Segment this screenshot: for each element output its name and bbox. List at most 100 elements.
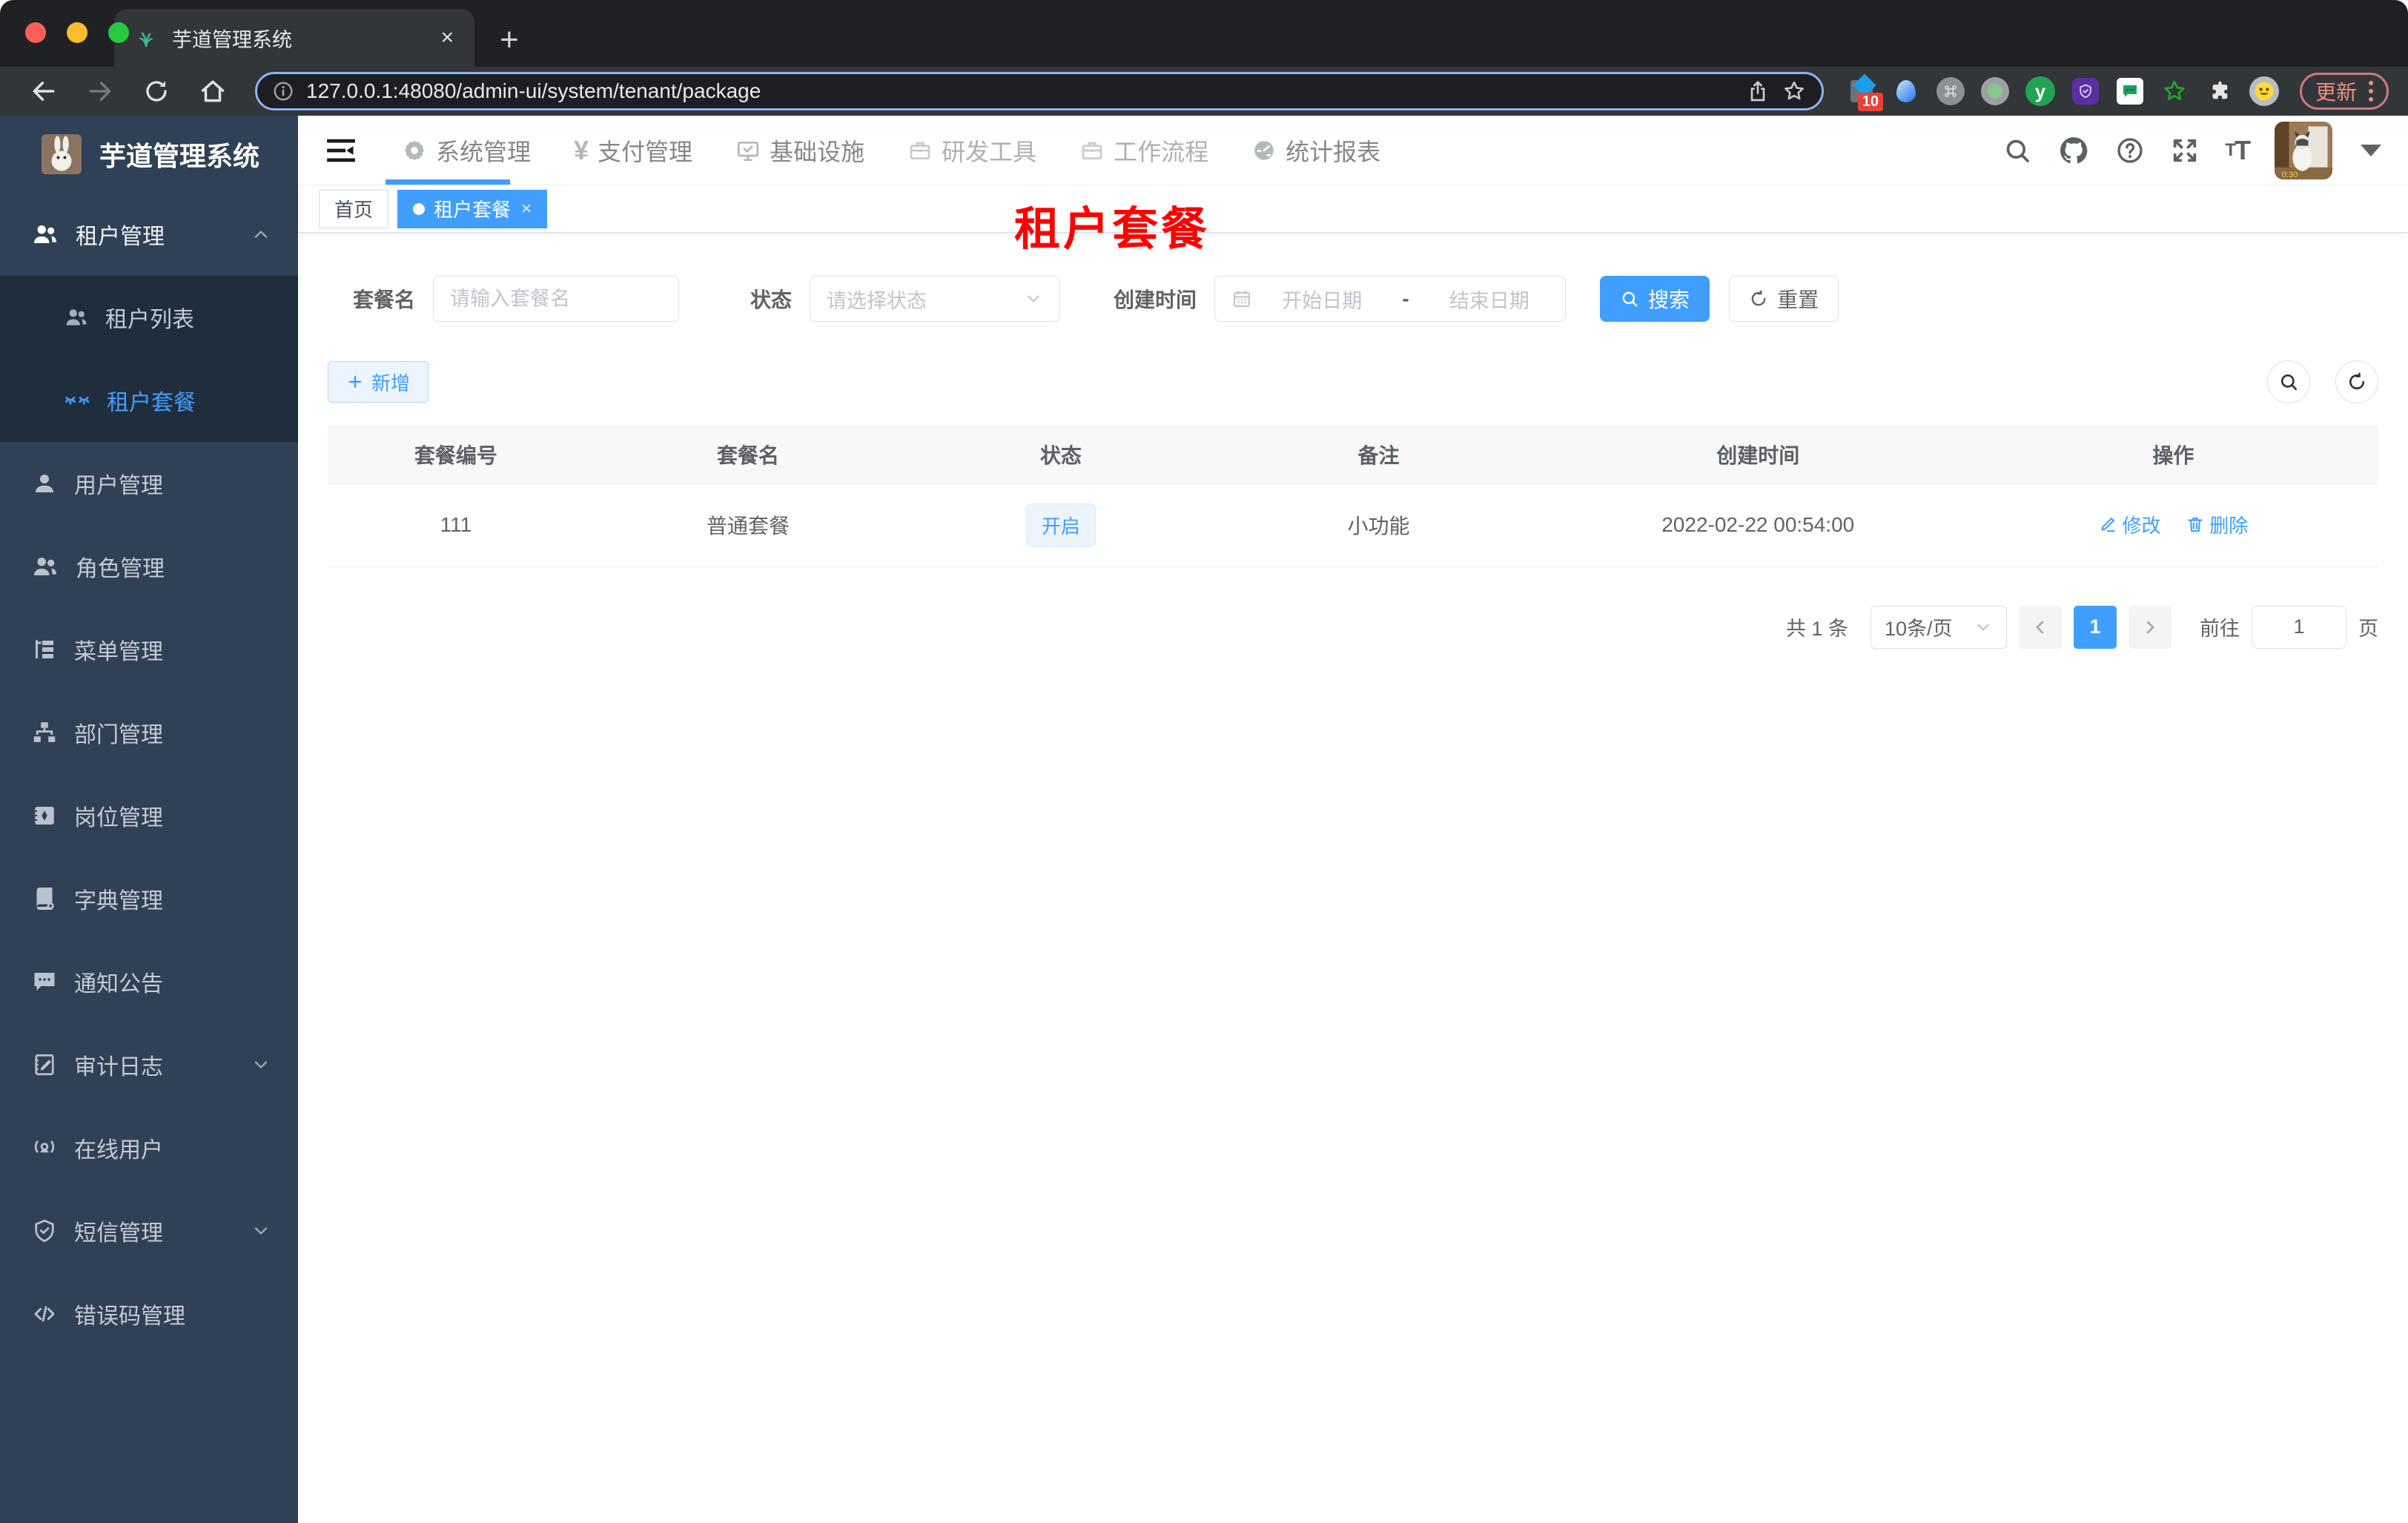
help-icon[interactable] <box>2115 136 2145 165</box>
chevron-down-icon <box>251 1054 271 1075</box>
cell-package-id: 111 <box>328 483 584 567</box>
yen-icon: ¥ <box>574 134 589 165</box>
sidebar-collapse-icon[interactable] <box>325 134 357 167</box>
extension-shield-icon[interactable] <box>2071 77 2100 105</box>
tag-home[interactable]: 首页 <box>319 189 389 228</box>
browser-tab[interactable]: 芋道管理系统 × <box>114 9 474 67</box>
url-text[interactable]: 127.0.0.1:48080/admin-ui/system/tenant/p… <box>306 79 1734 103</box>
extension-star-icon[interactable] <box>2160 77 2189 105</box>
sidebar-item-tenant-management[interactable]: 租户管理 <box>0 193 298 276</box>
sidebar-item-error-code[interactable]: 错误码管理 <box>0 1272 298 1355</box>
toggle-search-button[interactable] <box>2267 360 2310 403</box>
sidebar-item-dict-management[interactable]: 字典管理 <box>0 857 298 940</box>
nav-item-infrastructure[interactable]: 基础设施 <box>735 133 864 168</box>
sidebar-item-online-users[interactable]: 在线用户 <box>0 1106 298 1189</box>
sidebar-item-audit-log[interactable]: 审计日志 <box>0 1023 298 1106</box>
close-window-button[interactable] <box>25 22 46 43</box>
users-icon <box>64 305 89 330</box>
browser-menu-icon[interactable] <box>2369 81 2373 102</box>
bookmark-star-icon[interactable] <box>1782 79 1807 104</box>
sidebar-item-sms-management[interactable]: 短信管理 <box>0 1189 298 1272</box>
col-created: 创建时间 <box>1547 426 1968 484</box>
status-select[interactable]: 请选择状态 <box>810 276 1061 322</box>
current-page[interactable]: 1 <box>2074 605 2117 649</box>
extension-y-icon[interactable]: y <box>2025 76 2055 106</box>
extension-grid-icon[interactable]: 10 <box>1848 73 1883 111</box>
header-actions: TT 0:30 <box>2002 121 2381 179</box>
date-start-placeholder[interactable]: 开始日期 <box>1263 285 1381 314</box>
browser-update-button[interactable]: 更新 <box>2299 73 2389 110</box>
extensions-puzzle-icon[interactable] <box>2205 77 2233 105</box>
favicon-plant-icon <box>139 32 153 47</box>
back-button[interactable] <box>19 73 68 110</box>
create-time-label: 创建时间 <box>1114 288 1197 311</box>
search-button[interactable]: 搜索 <box>1600 276 1710 322</box>
tab-close-icon[interactable]: × <box>440 25 454 50</box>
sidebar-item-menu-management[interactable]: 菜单管理 <box>0 608 298 691</box>
new-tab-button[interactable]: + <box>500 24 519 56</box>
page-content: 租户套餐 套餐名 状态 请选择状态 创建时间 开始日期 <box>298 204 2408 1523</box>
next-page-button[interactable] <box>2128 605 2172 649</box>
sidebar-item-notice[interactable]: 通知公告 <box>0 940 298 1023</box>
user-avatar[interactable]: 0:30 <box>2275 121 2332 179</box>
font-size-icon[interactable]: TT <box>2225 135 2251 166</box>
cell-created: 2022-02-22 00:54:00 <box>1547 483 1968 567</box>
reload-button[interactable] <box>132 73 181 110</box>
pencil-icon <box>2098 515 2117 534</box>
nav-item-workflow[interactable]: 工作流程 <box>1079 133 1208 168</box>
date-range-picker[interactable]: 开始日期 - 结束日期 <box>1214 276 1567 322</box>
refresh-icon <box>2346 371 2367 392</box>
extension-chat-icon[interactable] <box>2116 77 2144 105</box>
nav-item-reports[interactable]: 统计报表 <box>1251 133 1380 168</box>
forward-button[interactable] <box>76 73 125 110</box>
reset-button[interactable]: 重置 <box>1729 276 1839 322</box>
address-bar[interactable]: 127.0.0.1:48080/admin-ui/system/tenant/p… <box>255 72 1824 110</box>
delete-link[interactable]: 删除 <box>2186 511 2248 538</box>
extension-command-icon[interactable] <box>1936 77 1965 105</box>
edit-link[interactable]: 修改 <box>2098 511 2160 538</box>
zoom-window-button[interactable] <box>108 22 129 43</box>
chevron-right-icon <box>2140 617 2160 638</box>
date-end-placeholder[interactable]: 结束日期 <box>1430 285 1549 314</box>
sidebar-item-dept-management[interactable]: 部门管理 <box>0 691 298 774</box>
goto-page-input[interactable] <box>2252 605 2346 649</box>
profile-emoji-icon[interactable] <box>2249 76 2279 106</box>
col-package-name: 套餐名 <box>583 426 913 484</box>
col-status: 状态 <box>912 426 1210 484</box>
prev-page-button[interactable] <box>2019 605 2062 649</box>
sidebar-submenu-tenant: 租户列表 租户套餐 <box>0 276 298 442</box>
refresh-table-button[interactable] <box>2335 360 2378 403</box>
nav-item-system[interactable]: 系统管理 <box>402 133 531 168</box>
add-button[interactable]: 新增 <box>328 361 429 403</box>
tab-title: 芋道管理系统 <box>172 28 292 51</box>
sidebar-item-tenant-package[interactable]: 租户套餐 <box>0 359 298 442</box>
site-info-icon[interactable] <box>272 80 294 102</box>
sidebar-logo-row[interactable]: 芋道管理系统 <box>0 116 298 193</box>
tag-tenant-package[interactable]: 租户套餐 × <box>397 189 548 228</box>
fullscreen-icon[interactable] <box>2170 136 2200 165</box>
extension-balloon-icon[interactable] <box>1892 77 1920 105</box>
page-size-select[interactable]: 10条/页 <box>1870 605 2007 649</box>
refresh-icon <box>1749 289 1768 308</box>
col-remark: 备注 <box>1209 426 1548 484</box>
trash-icon <box>2186 515 2205 534</box>
sidebar-item-user-management[interactable]: 用户管理 <box>0 442 298 525</box>
package-name-input[interactable] <box>450 287 663 311</box>
nav-item-payment[interactable]: ¥ 支付管理 <box>574 133 692 168</box>
extension-green-dot-icon[interactable] <box>1980 77 2009 105</box>
avatar-dropdown-caret-icon[interactable] <box>2361 144 2381 156</box>
home-button[interactable] <box>188 73 237 110</box>
browser-toolbar: 127.0.0.1:48080/admin-ui/system/tenant/p… <box>0 67 2408 116</box>
top-nav: 系统管理 ¥ 支付管理 基础设施 研发工具 工作流程 统计报表 <box>402 133 1380 168</box>
chevron-left-icon <box>2030 617 2051 638</box>
minimize-window-button[interactable] <box>67 22 87 43</box>
share-icon[interactable] <box>1746 79 1770 103</box>
tag-close-icon[interactable]: × <box>521 199 532 219</box>
github-icon[interactable] <box>2057 134 2090 167</box>
nav-item-dev-tools[interactable]: 研发工具 <box>907 133 1036 168</box>
sidebar-item-tenant-list[interactable]: 租户列表 <box>0 276 298 359</box>
sidebar-item-role-management[interactable]: 角色管理 <box>0 525 298 608</box>
sidebar-item-post-management[interactable]: 岗位管理 <box>0 774 298 857</box>
search-icon[interactable] <box>2002 136 2032 165</box>
window-controls[interactable] <box>25 22 129 43</box>
